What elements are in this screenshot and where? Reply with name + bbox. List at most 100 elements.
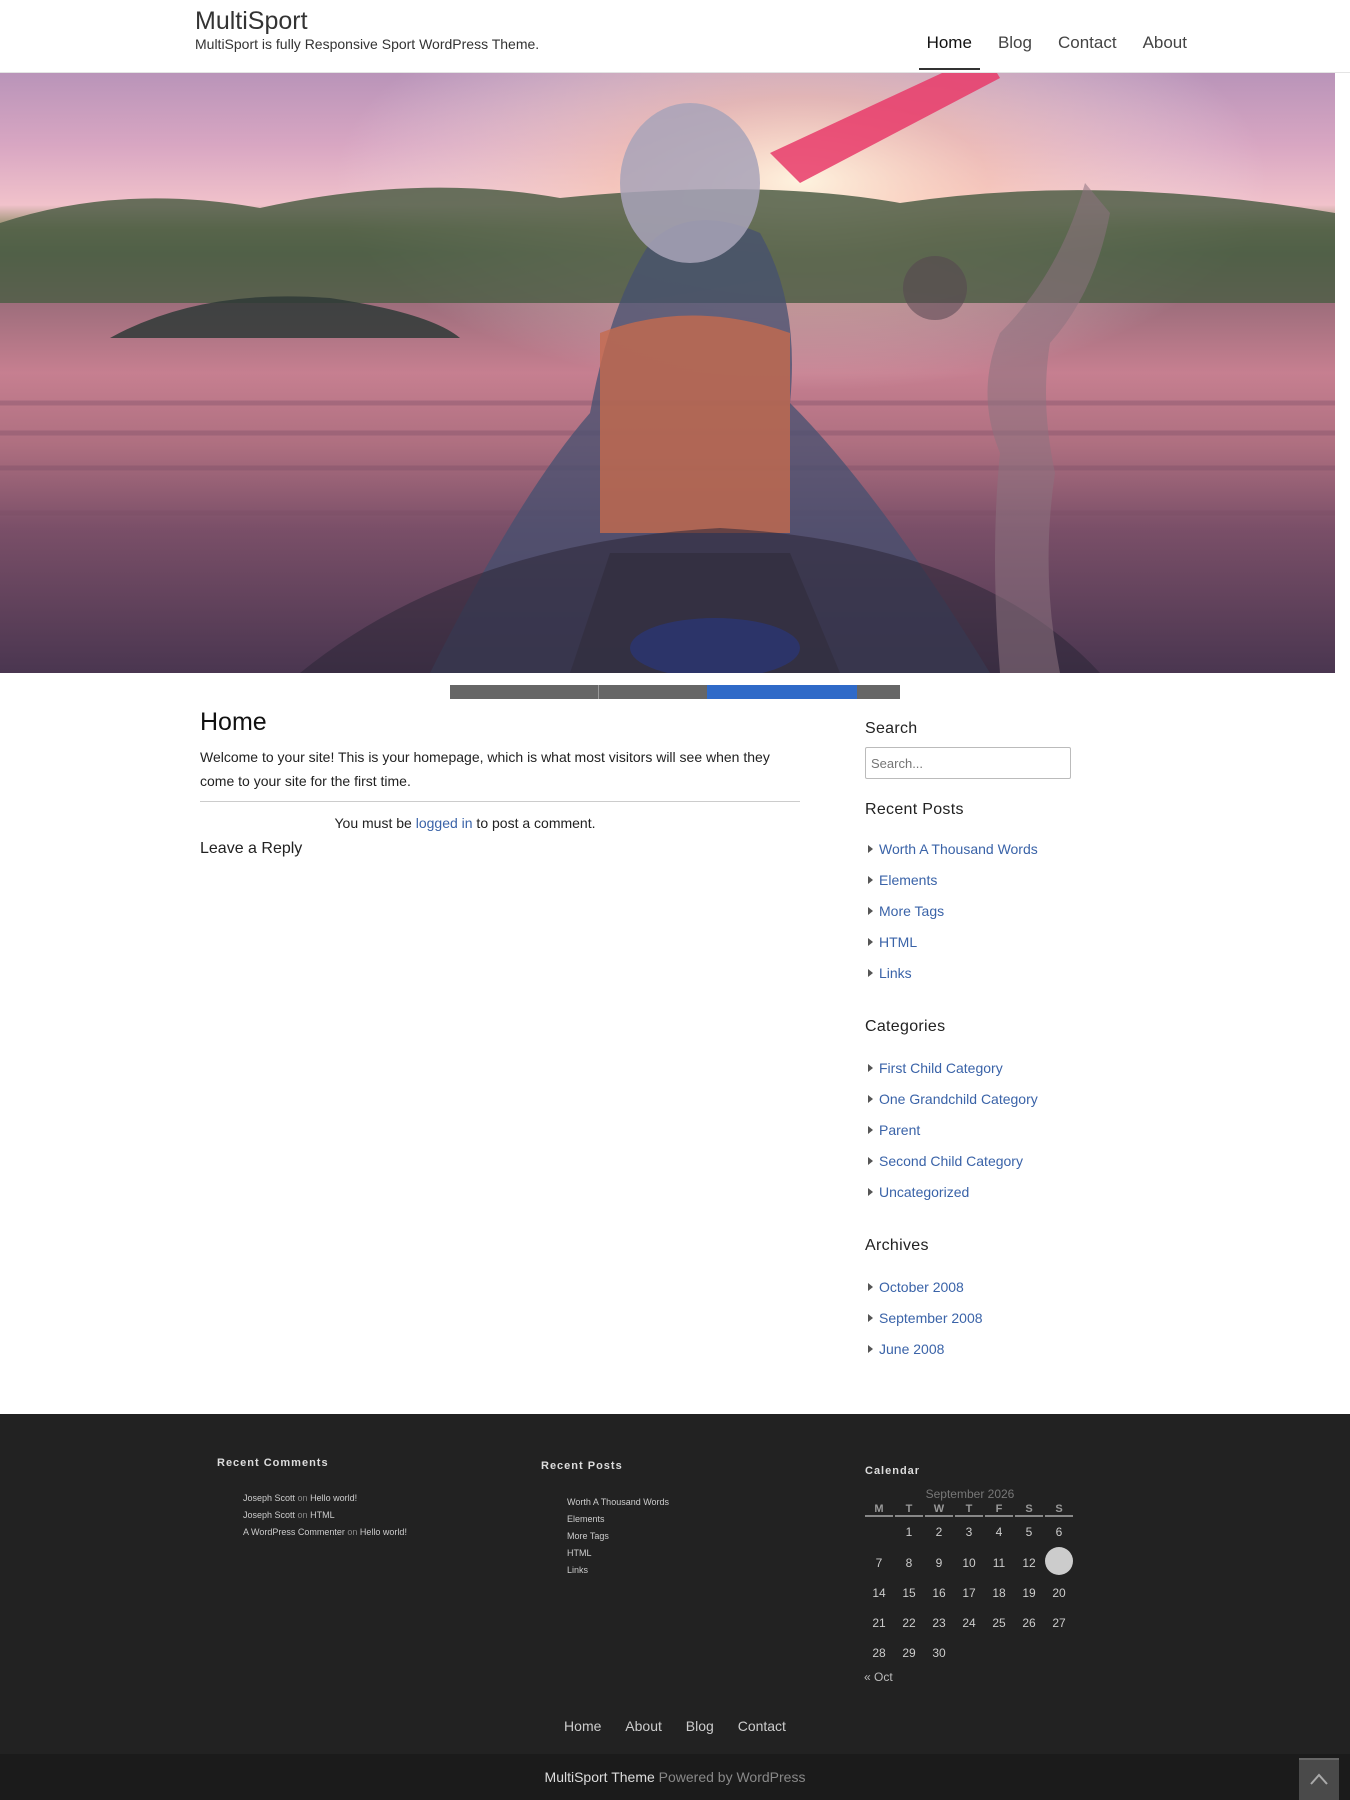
category-link[interactable]: Second Child Category (865, 1146, 1075, 1177)
main-nav: Home Blog Contact About (914, 0, 1200, 73)
calendar-day: 21 (872, 1616, 886, 1630)
footer-post-link[interactable]: HTML (567, 1545, 669, 1562)
chevron-up-icon (1310, 1773, 1328, 1785)
calendar-day: 9 (935, 1555, 943, 1570)
weekday-tue: T (895, 1503, 923, 1517)
comment-on: on (347, 1527, 358, 1537)
calendar-weekday-row: M T W T F S S (865, 1503, 1073, 1517)
calendar-empty-cell (955, 1638, 983, 1668)
footer-recent-posts-title: Recent Posts (541, 1460, 623, 1472)
footer-nav-home[interactable]: Home (564, 1718, 601, 1734)
calendar-day (1045, 1547, 1073, 1578)
calendar-day: 1 (905, 1525, 913, 1539)
category-link[interactable]: One Grandchild Category (865, 1084, 1075, 1115)
archives-list: October 2008 September 2008 June 2008 (865, 1272, 1075, 1365)
theme-credit-link[interactable]: MultiSport Theme (545, 1769, 655, 1785)
nav-item-contact[interactable]: Contact (1045, 0, 1130, 73)
calendar-week-row: 21 22 23 24 25 26 27 (865, 1608, 1073, 1638)
archives-widget-title: Archives (865, 1237, 929, 1254)
footer-recent-comments-list: Joseph Scott on Hello world! Joseph Scot… (243, 1490, 407, 1541)
comment-item: Joseph Scott on Hello world! (243, 1490, 407, 1507)
footer-post-link[interactable]: More Tags (567, 1528, 669, 1545)
leave-reply-title: Leave a Reply (200, 840, 303, 857)
weekday-sat: S (1015, 1503, 1043, 1517)
calendar-day: 4 (995, 1525, 1003, 1539)
calendar-today-marker (1045, 1547, 1073, 1575)
calendar-day: 16 (932, 1586, 946, 1600)
powered-by-text: Powered by WordPress (654, 1769, 806, 1785)
search-input[interactable] (865, 747, 1071, 779)
comment-post[interactable]: Hello world! (360, 1527, 407, 1537)
footer-recent-posts-list: Worth A Thousand Words Elements More Tag… (567, 1494, 669, 1579)
comment-post[interactable]: Hello world! (310, 1493, 357, 1503)
footer-nav-about[interactable]: About (625, 1718, 662, 1734)
search-widget-title: Search (865, 720, 918, 737)
calendar-week-row: 1 2 3 4 5 6 (865, 1517, 1073, 1547)
weekday-wed: W (925, 1503, 953, 1517)
back-to-top-button[interactable] (1299, 1758, 1339, 1800)
category-link[interactable]: Uncategorized (865, 1177, 1075, 1208)
archive-link[interactable]: October 2008 (865, 1272, 1075, 1303)
comment-author[interactable]: Joseph Scott (243, 1510, 295, 1520)
calendar-day: 26 (1022, 1616, 1036, 1630)
footer-nav-blog[interactable]: Blog (686, 1718, 714, 1734)
calendar-day: 27 (1052, 1616, 1066, 1630)
calendar-day: 8 (905, 1555, 913, 1570)
comment-item: Joseph Scott on HTML (243, 1507, 407, 1524)
footer-post-link[interactable]: Elements (567, 1511, 669, 1528)
recent-posts-widget-title: Recent Posts (865, 801, 964, 818)
content-divider (200, 801, 800, 802)
calendar-empty-cell (1045, 1638, 1073, 1668)
nav-item-blog[interactable]: Blog (985, 0, 1045, 73)
sidebar: Search Recent Posts Worth A Thousand Wor… (865, 720, 1075, 1365)
slider-dot-2[interactable] (599, 685, 707, 699)
calendar-week-row: 28 29 30 (865, 1638, 1073, 1668)
categories-list: First Child Category One Grandchild Cate… (865, 1053, 1075, 1208)
footer-nav-contact[interactable]: Contact (738, 1718, 786, 1734)
calendar-day: 28 (872, 1646, 886, 1660)
comment-on: on (297, 1510, 308, 1520)
recent-post-link[interactable]: Worth A Thousand Words (865, 834, 1075, 865)
comment-post[interactable]: HTML (310, 1510, 335, 1520)
comment-author[interactable]: Joseph Scott (243, 1493, 295, 1503)
calendar-day: 19 (1022, 1586, 1036, 1600)
calendar-prev-link[interactable]: « Oct (864, 1670, 1075, 1684)
slider-dot-3-active[interactable] (707, 685, 857, 699)
weekday-mon: M (865, 1503, 893, 1517)
calendar-day: 14 (872, 1586, 886, 1600)
calendar-day: 22 (902, 1616, 916, 1630)
categories-widget-title: Categories (865, 1018, 946, 1035)
calendar-days: 1 2 3 4 5 6 7 8 9 10 11 12 14 15 16 17 18 19 20 21 22 23 24 25 2… (865, 1517, 1073, 1668)
nav-item-home[interactable]: Home (914, 0, 985, 73)
category-link[interactable]: First Child Category (865, 1053, 1075, 1084)
archive-link[interactable]: September 2008 (865, 1303, 1075, 1334)
logged-in-link[interactable]: logged in (416, 815, 473, 831)
calendar-day: 5 (1025, 1525, 1033, 1539)
site-title[interactable]: MultiSport (195, 7, 308, 36)
archive-link[interactable]: June 2008 (865, 1334, 1075, 1365)
slider-pager (450, 685, 900, 699)
category-link[interactable]: Parent (865, 1115, 1075, 1146)
login-suffix: to post a comment. (472, 815, 596, 831)
comment-author[interactable]: A WordPress Commenter (243, 1527, 345, 1537)
footer-post-link[interactable]: Links (567, 1562, 669, 1579)
recent-post-link[interactable]: HTML (865, 927, 1075, 958)
page-title: Home (200, 708, 267, 736)
calendar-day: 17 (962, 1586, 976, 1600)
site-footer: Recent Comments Joseph Scott on Hello wo… (0, 1414, 1350, 1754)
nav-item-about[interactable]: About (1130, 0, 1200, 73)
calendar-day: 23 (932, 1616, 946, 1630)
credits-bar: MultiSport Theme Powered by WordPress (0, 1754, 1350, 1800)
comment-on: on (297, 1493, 308, 1503)
recent-posts-list: Worth A Thousand Words Elements More Tag… (865, 834, 1075, 989)
recent-post-link[interactable]: Links (865, 958, 1075, 989)
slider-dot-1[interactable] (450, 685, 599, 699)
footer-calendar-title: Calendar (865, 1465, 921, 1477)
slider-dot-4[interactable] (857, 685, 900, 699)
recent-post-link[interactable]: More Tags (865, 896, 1075, 927)
calendar-day: 30 (932, 1646, 946, 1660)
calendar-day: 24 (962, 1616, 976, 1630)
recent-post-link[interactable]: Elements (865, 865, 1075, 896)
footer-post-link[interactable]: Worth A Thousand Words (567, 1494, 669, 1511)
hero-slide-image (0, 73, 1335, 673)
